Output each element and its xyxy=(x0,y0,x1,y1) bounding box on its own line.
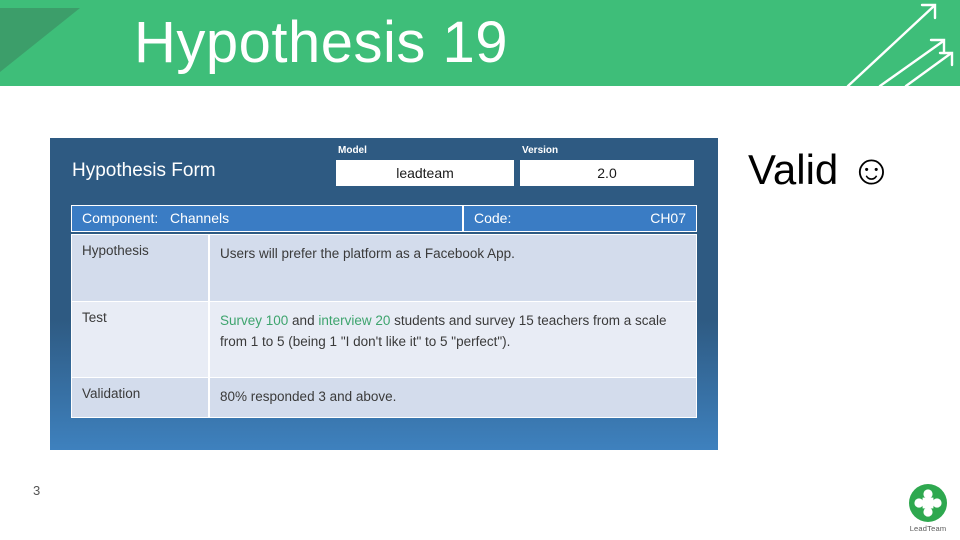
slide-header-band: Hypothesis 19 xyxy=(0,0,960,86)
component-label: Component: xyxy=(82,210,159,226)
row-value-test: Survey 100 and interview 20 students and… xyxy=(210,302,696,377)
code-value: CH07 xyxy=(650,210,686,226)
component-code-bar: Component: Channels Code: CH07 xyxy=(71,205,697,232)
form-title: Hypothesis Form xyxy=(72,160,216,181)
brand-name: LeadTeam xyxy=(909,524,947,533)
table-row: Validation 80% responded 3 and above. xyxy=(71,378,697,418)
code-label: Code: xyxy=(474,210,512,226)
component-value: Channels xyxy=(169,210,230,226)
brand-logo: LeadTeam xyxy=(899,483,957,533)
model-field-group: Model leadteam xyxy=(336,144,514,186)
model-field-label: Model xyxy=(338,145,367,156)
version-field-value[interactable]: 2.0 xyxy=(520,160,694,186)
row-value-hypothesis: Users will prefer the platform as a Face… xyxy=(220,246,515,261)
page-title: Hypothesis 19 xyxy=(134,10,509,75)
version-field-group: Version 2.0 xyxy=(520,144,694,186)
test-highlight-interview: interview 20 xyxy=(318,313,391,328)
test-highlight-survey: Survey 100 xyxy=(220,313,289,328)
code-cell: Code: CH07 xyxy=(464,206,696,231)
test-text-connector: and xyxy=(288,313,319,328)
row-label-hypothesis: Hypothesis xyxy=(72,235,210,301)
validation-verdict: Valid ☺ xyxy=(748,146,893,193)
table-row: Hypothesis Users will prefer the platfor… xyxy=(71,234,697,302)
row-value-validation: 80% responded 3 and above. xyxy=(220,389,397,404)
page-number: 3 xyxy=(33,483,41,498)
hypothesis-form-panel: Hypothesis Form Model leadteam Version 2… xyxy=(50,138,718,450)
row-label-validation: Validation xyxy=(72,378,210,417)
leadteam-flower-logo-icon xyxy=(909,484,947,522)
diagonal-growth-arrows-icon xyxy=(846,3,954,86)
row-label-test: Test xyxy=(72,302,210,377)
version-field-label: Version xyxy=(522,145,559,156)
table-row: Test Survey 100 and interview 20 student… xyxy=(71,302,697,378)
corner-triangle-decoration xyxy=(0,8,80,72)
model-field-value[interactable]: leadteam xyxy=(336,160,514,186)
form-panel-header: Hypothesis Form Model leadteam Version 2… xyxy=(50,138,718,200)
hypothesis-data-table: Hypothesis Users will prefer the platfor… xyxy=(71,234,697,418)
component-cell: Component: Channels xyxy=(72,206,464,231)
